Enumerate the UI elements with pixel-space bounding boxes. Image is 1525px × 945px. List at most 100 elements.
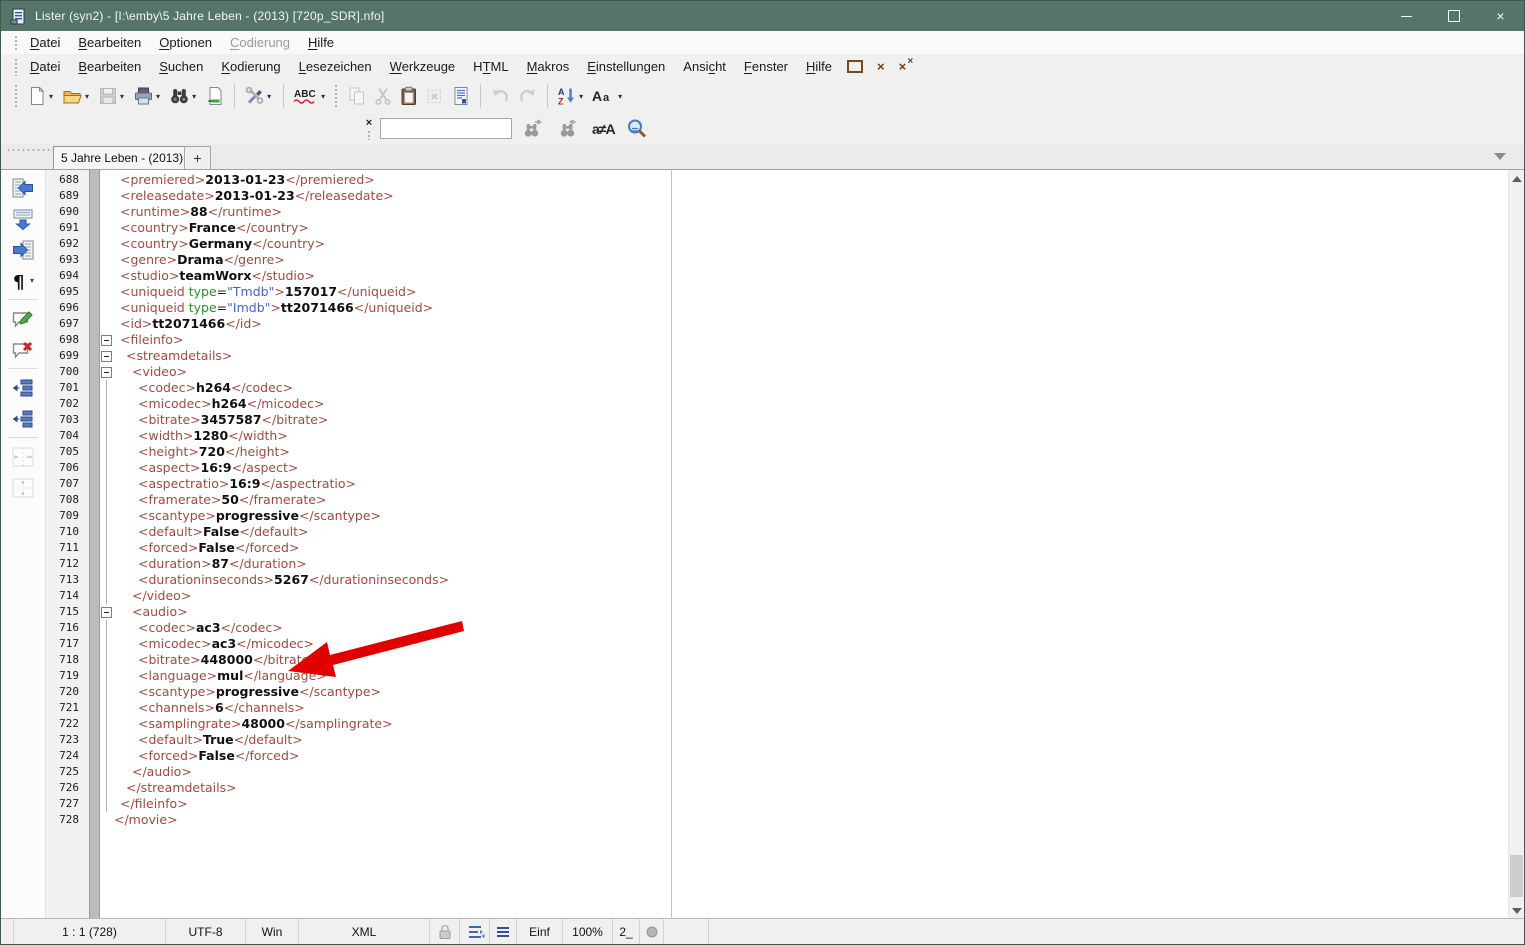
dropdown-chevron-icon[interactable]: ▾ bbox=[85, 92, 89, 101]
find-next-button[interactable] bbox=[522, 118, 546, 140]
readonly-indicator[interactable] bbox=[430, 919, 460, 944]
menu-item-hilfe[interactable]: Hilfe bbox=[797, 59, 841, 74]
code-line-713: 713<durationinseconds>5267</durationinse… bbox=[1, 572, 1508, 588]
font-case-button[interactable]: Aa▾ bbox=[590, 83, 627, 109]
lister-menu-bar: DateiBearbeitenOptionenCodierungHilfe bbox=[1, 31, 1524, 55]
export-button[interactable] bbox=[203, 83, 227, 109]
insert-mode[interactable]: Einf bbox=[517, 919, 563, 944]
new-tab-button[interactable]: + bbox=[184, 146, 211, 169]
menu-item-hilfe[interactable]: Hilfe bbox=[299, 35, 343, 50]
dropdown-chevron-icon[interactable]: ▾ bbox=[321, 92, 325, 101]
menu-item-datei[interactable]: Datei bbox=[21, 59, 69, 74]
dropdown-chevron-icon[interactable]: ▾ bbox=[49, 92, 53, 101]
search-close-icon[interactable]: × bbox=[366, 118, 372, 128]
menu-item-html[interactable]: HTML bbox=[464, 59, 517, 74]
close-all-documents-button[interactable]: × bbox=[899, 60, 907, 73]
new-button[interactable]: ▾ bbox=[25, 83, 58, 109]
scroll-down-button[interactable] bbox=[1509, 902, 1524, 919]
dropdown-chevron-icon[interactable]: ▾ bbox=[579, 92, 583, 101]
open-button[interactable]: ▾ bbox=[60, 83, 94, 109]
fold-toggle[interactable] bbox=[101, 607, 112, 618]
tab-bar: 5 Jahre Leben - (2013) × + bbox=[1, 144, 1524, 170]
menu-item-suchen[interactable]: Suchen bbox=[150, 59, 212, 74]
menu-item-werkzeuge[interactable]: Werkzeuge bbox=[381, 59, 465, 74]
code-text: </movie> bbox=[114, 812, 178, 828]
search-grip[interactable] bbox=[367, 130, 371, 140]
paste-button[interactable] bbox=[397, 83, 421, 109]
menu-item-ansicht[interactable]: Ansicht bbox=[674, 59, 735, 74]
menu-item-bearbeiten[interactable]: Bearbeiten bbox=[69, 59, 150, 74]
line-number: 712 bbox=[46, 556, 79, 572]
code-text: <micodec>h264</micodec> bbox=[114, 396, 324, 412]
find-previous-button[interactable] bbox=[556, 118, 580, 140]
code-line-690: 690<runtime>88</runtime> bbox=[1, 204, 1508, 220]
dropdown-chevron-icon[interactable]: ▾ bbox=[267, 92, 271, 101]
search-input[interactable] bbox=[380, 118, 512, 139]
menu-item-fenster[interactable]: Fenster bbox=[735, 59, 797, 74]
menu-item-bearbeiten[interactable]: Bearbeiten bbox=[69, 35, 150, 50]
line-number: 708 bbox=[46, 492, 79, 508]
macro-indicator[interactable] bbox=[640, 919, 664, 944]
dropdown-chevron-icon[interactable]: ▾ bbox=[192, 92, 196, 101]
code-line-705: 705<height>720</height> bbox=[1, 444, 1508, 460]
code-text: <durationinseconds>5267</durationinsecon… bbox=[114, 572, 449, 588]
binoculars-icon bbox=[169, 86, 190, 106]
restore-document-button[interactable] bbox=[847, 60, 863, 73]
toolbar-grip[interactable] bbox=[333, 83, 338, 109]
fold-toggle[interactable] bbox=[101, 335, 112, 346]
fold-rail bbox=[106, 588, 107, 604]
minimize-button[interactable] bbox=[1383, 1, 1430, 31]
status-spacer bbox=[664, 919, 709, 944]
tab-5-jahre-leben[interactable]: 5 Jahre Leben - (2013) × bbox=[53, 146, 204, 169]
scroll-up-button[interactable] bbox=[1509, 170, 1524, 187]
tab-overflow-chevron-icon[interactable] bbox=[1494, 153, 1506, 160]
zoom-level: 100% bbox=[563, 919, 613, 944]
menu-grip[interactable] bbox=[13, 57, 17, 76]
close-button[interactable]: × bbox=[1477, 1, 1524, 31]
fold-toggle[interactable] bbox=[101, 351, 112, 362]
code-text: <video> bbox=[114, 364, 187, 380]
sort-button[interactable]: AZ▾ bbox=[555, 83, 588, 109]
fold-toggle[interactable] bbox=[101, 367, 112, 378]
find-button[interactable]: ▾ bbox=[167, 83, 201, 109]
menu-item-datei[interactable]: Datei bbox=[21, 35, 69, 50]
code-text: <genre>Drama</genre> bbox=[114, 252, 285, 268]
encoding: UTF-8 bbox=[166, 919, 246, 944]
open-folder-icon bbox=[62, 86, 83, 106]
code-text: <aspectratio>16:9</aspectratio> bbox=[114, 476, 356, 492]
word-wrap-indicator[interactable] bbox=[460, 919, 490, 944]
code-line-712: 712<duration>87</duration> bbox=[1, 556, 1508, 572]
line-ending: Win bbox=[246, 919, 299, 944]
menu-item-kodierung[interactable]: Kodierung bbox=[212, 59, 289, 74]
menu-item-codierung: Codierung bbox=[221, 35, 299, 50]
print-button[interactable]: ▾ bbox=[131, 83, 165, 109]
line-display-indicator[interactable] bbox=[490, 919, 517, 944]
arrow-up-icon bbox=[1512, 176, 1522, 182]
fold-rail bbox=[106, 396, 107, 412]
menu-item-lesezeichen[interactable]: Lesezeichen bbox=[290, 59, 381, 74]
menu-item-makros[interactable]: Makros bbox=[518, 59, 579, 74]
menu-grip[interactable] bbox=[13, 34, 17, 51]
menu-item-einstellungen[interactable]: Einstellungen bbox=[578, 59, 674, 74]
tools-button[interactable]: ▾ bbox=[242, 83, 276, 109]
scrollbar-thumb[interactable] bbox=[1510, 855, 1523, 897]
line-number: 704 bbox=[46, 428, 79, 444]
caret-style[interactable]: 2_ bbox=[613, 919, 640, 944]
toolbar-grip[interactable] bbox=[13, 83, 18, 109]
fold-rail bbox=[106, 700, 107, 716]
select-all-button[interactable] bbox=[449, 83, 473, 109]
match-case-toggle[interactable]: a≠A bbox=[592, 121, 615, 137]
code-line-697: 697<id>tt2071466</id> bbox=[1, 316, 1508, 332]
code-text: <streamdetails> bbox=[114, 348, 232, 364]
search-magnifier-button[interactable] bbox=[625, 117, 649, 141]
close-document-button[interactable]: × bbox=[877, 60, 885, 73]
dropdown-chevron-icon[interactable]: ▾ bbox=[618, 92, 622, 101]
dropdown-chevron-icon[interactable]: ▾ bbox=[120, 92, 124, 101]
maximize-button[interactable] bbox=[1430, 1, 1477, 31]
text-editor-surface[interactable]: 688<premiered>2013-01-23</premiered>689<… bbox=[1, 170, 1508, 919]
code-text: <height>720</height> bbox=[114, 444, 290, 460]
vertical-scrollbar[interactable] bbox=[1508, 170, 1524, 919]
menu-item-optionen[interactable]: Optionen bbox=[150, 35, 221, 50]
dropdown-chevron-icon[interactable]: ▾ bbox=[156, 92, 160, 101]
spellcheck-button[interactable]: ABC▾ bbox=[291, 83, 330, 109]
